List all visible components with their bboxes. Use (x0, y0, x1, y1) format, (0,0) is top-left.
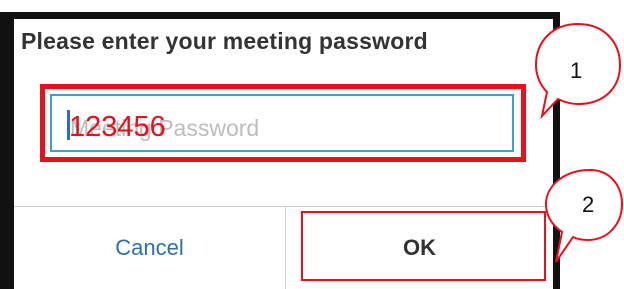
callout-1-label: 1 (570, 58, 583, 83)
cancel-button[interactable]: Cancel (14, 207, 285, 289)
callout-2-label: 2 (582, 192, 595, 217)
callout-2-bubble (544, 168, 624, 263)
input-highlight-box (40, 84, 526, 162)
dialog-title: Please enter your meeting password (21, 28, 428, 54)
ok-highlight-box (301, 211, 546, 281)
